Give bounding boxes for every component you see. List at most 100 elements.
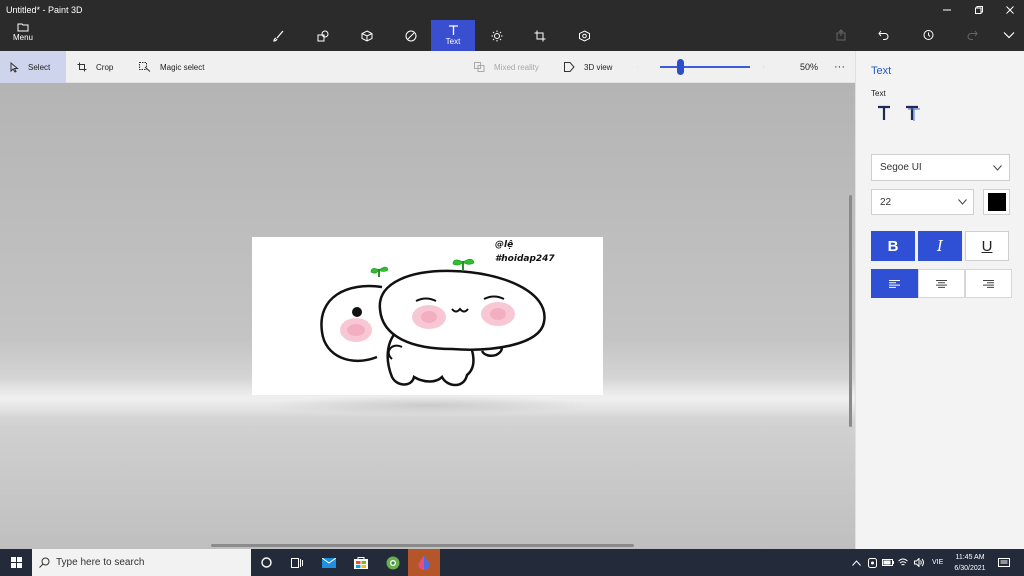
3d-shapes-tool[interactable]: [345, 20, 389, 51]
mixed-reality-icon: [474, 62, 485, 72]
text-section-label: Text: [871, 89, 886, 98]
chevron-down-icon: [958, 199, 967, 205]
underline-button[interactable]: U: [965, 231, 1009, 261]
align-center-button[interactable]: [918, 269, 965, 298]
mixed-reality-label: Mixed reality: [494, 62, 539, 72]
more-icon: ···: [834, 61, 845, 73]
align-right-button[interactable]: [965, 269, 1012, 298]
brushes-tool[interactable]: [257, 20, 301, 51]
paint3d-drop-icon: [418, 555, 430, 570]
window-title: Untitled* - Paint 3D: [6, 5, 83, 15]
2d-text-button[interactable]: [876, 105, 896, 125]
vertical-scrollbar[interactable]: [849, 195, 852, 427]
minimize-icon: [943, 9, 951, 11]
windows-logo-icon: [10, 557, 22, 568]
browser-icon: [386, 556, 400, 569]
zoom-percent[interactable]: 50%: [800, 51, 818, 83]
text-side-panel: Text Text Segoe UI 22 B I U: [855, 51, 1024, 549]
zoom-in-button[interactable]: [763, 51, 773, 83]
title-bar: Untitled* - Paint 3D Menu Text: [0, 0, 1024, 51]
history-button[interactable]: [913, 22, 943, 48]
task-view-button[interactable]: [281, 549, 313, 576]
bold-label: B: [887, 237, 899, 255]
3d-text-icon: [906, 105, 920, 121]
start-button[interactable]: [0, 549, 32, 576]
windows-taskbar: Type here to search VIE 11:45 AM 6/30/20…: [0, 549, 1024, 576]
zoom-slider-thumb[interactable]: [677, 59, 684, 75]
zoom-out-button[interactable]: [637, 51, 647, 83]
mail-icon: [322, 557, 336, 568]
share-icon: [836, 29, 846, 41]
store-app-button[interactable]: [345, 549, 377, 576]
crop-label: Crop: [96, 62, 114, 72]
more-options-button[interactable]: ···: [834, 51, 845, 83]
cortana-button[interactable]: [250, 549, 282, 576]
battery-icon: [882, 559, 894, 566]
menu-button[interactable]: Menu: [6, 22, 40, 48]
3d-library-tool[interactable]: [562, 20, 606, 51]
close-button[interactable]: [994, 0, 1024, 20]
action-center-button[interactable]: [998, 549, 1010, 576]
font-size-value: 22: [880, 196, 892, 208]
undo-button[interactable]: [869, 22, 899, 48]
2d-shapes-tool[interactable]: [301, 20, 345, 51]
align-left-button[interactable]: [871, 269, 918, 298]
color-swatch: [987, 193, 1006, 211]
mixed-reality-button: Mixed reality: [474, 51, 539, 83]
share-button[interactable]: [826, 22, 856, 48]
horizontal-scrollbar[interactable]: [211, 544, 634, 547]
speaker-icon: [914, 558, 924, 567]
text-tool[interactable]: Text: [431, 20, 475, 51]
mail-app-button[interactable]: [313, 549, 345, 576]
3d-view-button[interactable]: 3D view: [564, 51, 612, 83]
underline-label: U: [981, 237, 993, 255]
input-language-indicator[interactable]: VIE: [932, 549, 943, 576]
text-color-button[interactable]: [983, 189, 1010, 215]
text-icon: [448, 25, 458, 35]
maximize-button[interactable]: [963, 0, 995, 20]
taskbar-search-box[interactable]: Type here to search: [32, 549, 251, 576]
canvas-tool[interactable]: [518, 20, 562, 51]
select-button[interactable]: Select: [0, 51, 66, 83]
brushes-icon: [273, 30, 284, 42]
task-view-icon: [291, 557, 303, 568]
expand-toolbar-button[interactable]: [994, 22, 1024, 48]
3d-view-label: 3D view: [584, 62, 613, 72]
redo-icon: [967, 30, 978, 40]
tray-shield-icon: [868, 557, 877, 568]
paint3d-app-button[interactable]: [408, 549, 440, 576]
canvas-text-line-2[interactable]: #hoidap247: [495, 254, 555, 264]
history-icon: [923, 30, 934, 40]
network-indicator[interactable]: [898, 549, 908, 576]
zoom-slider-track[interactable]: [660, 66, 750, 68]
bold-button[interactable]: B: [871, 231, 915, 261]
taskbar-clock[interactable]: 11:45 AM 6/30/2021: [948, 552, 992, 574]
italic-button[interactable]: I: [918, 231, 962, 261]
drawing-canvas[interactable]: @lệ #hoidap247: [252, 237, 603, 395]
stickers-tool[interactable]: [389, 20, 433, 51]
wifi-icon: [898, 558, 908, 566]
effects-tool[interactable]: [475, 20, 519, 51]
show-hidden-icons-button[interactable]: [852, 549, 861, 576]
coccoc-browser-button[interactable]: [377, 549, 409, 576]
canvas-text-line-1[interactable]: @lệ: [495, 240, 513, 250]
crop-button[interactable]: Crop: [77, 51, 113, 83]
text-tool-label: Text: [445, 37, 461, 46]
font-family-dropdown[interactable]: Segoe UI: [871, 154, 1010, 181]
canvas-workspace[interactable]: @lệ #hoidap247: [0, 83, 855, 549]
align-right-icon: [983, 279, 994, 288]
volume-indicator[interactable]: [914, 549, 924, 576]
battery-indicator[interactable]: [882, 549, 894, 576]
redo-button[interactable]: [957, 22, 987, 48]
tray-app-icon[interactable]: [868, 549, 877, 576]
align-center-icon: [936, 279, 947, 288]
crop-icon: [77, 62, 87, 72]
chevron-up-icon: [852, 559, 861, 566]
minimize-button[interactable]: [931, 0, 963, 20]
font-size-dropdown[interactable]: 22: [871, 189, 974, 215]
magic-select-button[interactable]: Magic select: [139, 51, 204, 83]
3d-text-button[interactable]: [904, 105, 924, 125]
2d-shapes-icon: [317, 30, 328, 41]
cortana-circle-icon: [260, 557, 272, 568]
3d-shapes-icon: [361, 29, 373, 42]
